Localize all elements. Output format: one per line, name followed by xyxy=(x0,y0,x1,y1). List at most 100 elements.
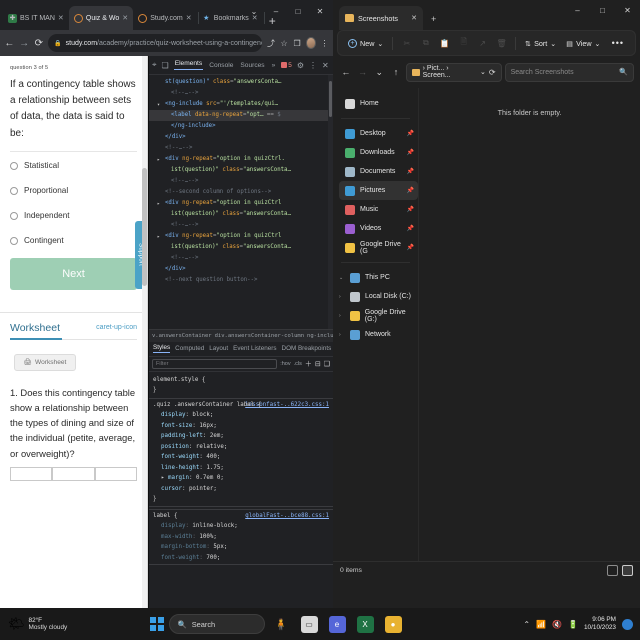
dom-node-line[interactable]: </div> xyxy=(149,132,333,143)
tab-event-listeners[interactable]: Event Listeners xyxy=(233,345,276,352)
forward-icon[interactable]: → xyxy=(19,38,30,49)
settings-gear-icon[interactable]: ⚙ xyxy=(297,61,304,70)
sidepanel-icon[interactable]: ❒ xyxy=(293,39,302,48)
chevron-icon[interactable]: › xyxy=(339,313,346,319)
details-view-icon[interactable] xyxy=(607,564,618,576)
sidebar-item-network[interactable]: › Network xyxy=(339,325,418,344)
breadcrumb-item-0[interactable]: v.answersContainer xyxy=(152,333,212,339)
explorer-sidebar[interactable]: Home Desktop 📌 Downloads 📌 Documents 📌 Pictures… xyxy=(333,88,419,561)
close-icon[interactable]: ✕ xyxy=(122,14,129,22)
maximize-button[interactable]: □ xyxy=(590,0,615,20)
css-declaration[interactable]: padding-left: 2em; xyxy=(149,431,333,442)
dom-node-line[interactable]: </div> xyxy=(149,264,333,275)
browser-tab-0[interactable]: ✚ BS IT MAN ✕ xyxy=(3,6,71,30)
answer-option-2[interactable]: Independent xyxy=(10,208,137,224)
tab-dom-breakpoints[interactable]: DOM Breakpoints xyxy=(282,345,332,352)
hover-state-toggle[interactable]: :hov xyxy=(280,361,290,367)
clock[interactable]: 9:06 PM 10/10/2023 xyxy=(584,616,616,631)
css-rule[interactable]: globalFast-..bce88.css:1 label {display: … xyxy=(149,508,333,566)
address-bar[interactable]: 🔒 study.com/academy/practice/quiz-worksh… xyxy=(48,34,263,52)
sidebar-item-local-disk-c[interactable]: › Local Disk (C:) xyxy=(339,287,418,306)
minimize-button[interactable]: – xyxy=(565,0,590,20)
large-icons-view-icon[interactable] xyxy=(622,564,633,576)
css-declaration[interactable]: font-weight: 400; xyxy=(149,452,333,463)
dom-node-line[interactable]: </ng-include> xyxy=(149,121,333,132)
sidebar-item-google-drive-g[interactable]: › Google Drive (G:) xyxy=(339,306,418,325)
chevron-icon[interactable]: ⌄ xyxy=(339,275,346,281)
sidebar-item-home[interactable]: Home xyxy=(339,94,418,113)
styles-filter-input[interactable]: Filter xyxy=(152,358,278,369)
browser-tab-1[interactable]: Quiz & Wo ✕ xyxy=(68,6,134,30)
breadcrumb-item-1[interactable]: div.answersContainer-column xyxy=(215,333,304,339)
css-selector-line[interactable]: element.style { xyxy=(149,375,333,386)
back-icon[interactable]: ← xyxy=(4,38,15,49)
new-tab-button[interactable]: + xyxy=(431,14,436,24)
pin-icon[interactable]: 📌 xyxy=(407,225,414,232)
tab-elements[interactable]: Elements xyxy=(173,60,204,70)
weather-widget[interactable]: 🌤 82°F Mostly cloudy xyxy=(0,616,150,632)
answer-option-3[interactable]: Contingent xyxy=(10,233,137,249)
more-options-button[interactable]: ••• xyxy=(607,38,629,48)
chevron-icon[interactable]: › xyxy=(339,332,346,338)
dom-node-line[interactable]: <label data-ng-repeat="opt… == $ xyxy=(149,110,333,121)
sidebar-item-documents[interactable]: Documents 📌 xyxy=(339,162,418,181)
close-icon[interactable]: ✕ xyxy=(411,14,417,22)
file-explorer-icon[interactable]: ▭ xyxy=(300,615,318,633)
dom-node-line[interactable]: <!--…--> xyxy=(149,176,333,187)
device-toolbar-icon[interactable]: ❏ xyxy=(162,61,169,70)
radio-button-icon[interactable] xyxy=(10,186,18,195)
kebab-menu-icon[interactable]: ⋮ xyxy=(309,61,317,70)
pin-icon[interactable]: 📌 xyxy=(407,206,414,213)
tab-console[interactable]: Console xyxy=(208,62,234,69)
wifi-icon[interactable]: 📶 xyxy=(536,620,546,629)
dom-node-line[interactable]: ist(question)" class="answersConta… xyxy=(149,209,333,220)
edge-browser-icon[interactable]: e xyxy=(328,615,346,633)
scrollbar-thumb[interactable] xyxy=(142,168,147,286)
css-declaration[interactable]: display: block; xyxy=(149,410,333,421)
sort-button[interactable]: ⇅ Sort ⌄ xyxy=(521,39,560,48)
css-rule[interactable]: lessonfast-..622c3.css:1 .quiz .answersCo… xyxy=(149,397,333,507)
reload-icon[interactable]: ⟳ xyxy=(33,38,44,49)
css-selector-line[interactable]: lessonfast-..622c3.css:1 .quiz .answersCo… xyxy=(149,400,333,411)
add-style-rule-icon[interactable]: ＋ xyxy=(305,359,312,369)
recent-locations-icon[interactable]: ⌄ xyxy=(372,67,386,78)
chevron-down-icon[interactable]: ⌄ xyxy=(480,68,486,76)
view-button[interactable]: ▤ View ⌄ xyxy=(562,39,604,48)
dom-node-line[interactable]: <!--…--> xyxy=(149,88,333,99)
close-icon[interactable]: ✕ xyxy=(186,14,193,22)
css-rule[interactable]: element.style {} xyxy=(149,375,333,396)
profile-avatar[interactable] xyxy=(305,37,316,49)
explorer-tab[interactable]: Screenshots ✕ xyxy=(339,6,423,30)
path-breadcrumb[interactable]: › Pict... › Screen... ⌄ ⟳ xyxy=(405,62,502,82)
taskbar-search-box[interactable]: 🔍 Search xyxy=(168,614,265,634)
css-declaration[interactable]: display: inline-block; xyxy=(149,521,333,532)
back-icon[interactable]: ← xyxy=(339,67,353,77)
dom-node-line[interactable]: ▸ <div ng-repeat="option in quizCtrl. xyxy=(149,154,333,165)
css-declaration[interactable]: line-height: 1.75; xyxy=(149,463,333,474)
answer-option-0[interactable]: Statistical xyxy=(10,158,137,174)
scrollbar-thumb[interactable] xyxy=(329,81,332,117)
sidebar-item-videos[interactable]: Videos 📌 xyxy=(339,219,418,238)
radio-button-icon[interactable] xyxy=(10,211,18,220)
tab-computed[interactable]: Computed xyxy=(175,345,204,352)
styles-pane[interactable]: element.style {} lessonfast-..622c3.css:1… xyxy=(149,371,333,608)
css-selector-line[interactable]: globalFast-..bce88.css:1 label { xyxy=(149,511,333,522)
close-window-button[interactable]: ✕ xyxy=(615,0,640,20)
close-icon[interactable]: ✕ xyxy=(58,14,65,22)
dom-node-line[interactable]: ▾ <ng-include src="'/templates/qui… xyxy=(149,99,333,110)
radio-button-icon[interactable] xyxy=(10,236,18,245)
windows-start-icon[interactable] xyxy=(150,617,164,631)
dom-node-line[interactable]: <!--second column of options--> xyxy=(149,187,333,198)
tab-search-icon[interactable]: ⌄ xyxy=(243,2,265,20)
pin-icon[interactable]: 📌 xyxy=(407,168,414,175)
error-count-badge[interactable]: 5 xyxy=(281,62,292,69)
sidebar-item-desktop[interactable]: Desktop 📌 xyxy=(339,124,418,143)
minimize-button[interactable]: – xyxy=(265,2,287,20)
css-declaration[interactable]: margin-bottom: 5px; xyxy=(149,542,333,553)
bookmark-star-icon[interactable]: ☆ xyxy=(280,39,289,48)
pin-icon[interactable]: 📌 xyxy=(407,130,414,137)
maximize-button[interactable]: □ xyxy=(287,2,309,20)
next-button[interactable]: Next xyxy=(10,257,137,290)
dom-node-line[interactable]: <!--…--> xyxy=(149,220,333,231)
print-worksheet-button[interactable]: 🖨 Worksheet xyxy=(14,353,76,371)
